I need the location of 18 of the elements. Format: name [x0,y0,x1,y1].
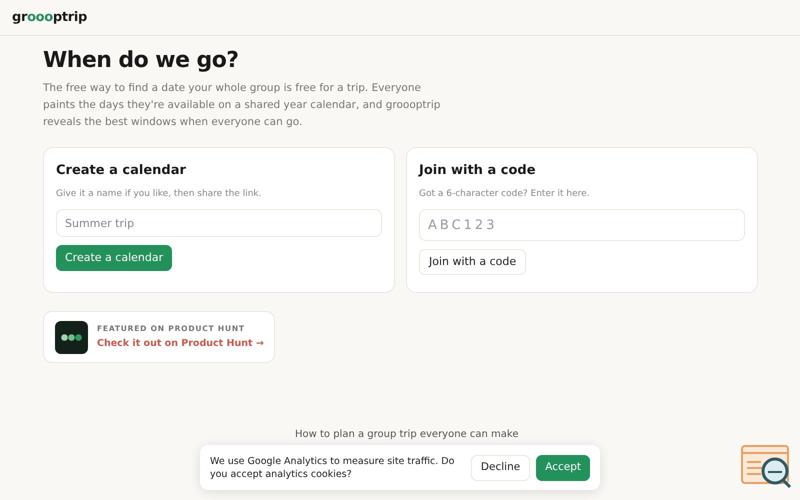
cookie-button[interactable]: Accept [536,454,590,480]
card-title: Join with a code [419,162,537,180]
card-hint: Give it a name if you like, then share the link. [56,188,262,200]
input-field[interactable]: Summer trip [56,209,382,237]
input-field[interactable]: ABC123 [419,209,745,241]
card-button[interactable]: Join with a code [419,249,526,275]
page-title: When do we go? [43,47,240,75]
card-button[interactable]: Create a calendar [56,245,172,271]
cookie-button[interactable]: Decline [470,454,530,480]
product-hunt-link[interactable]: Check it out on Product Hunt → [97,337,264,352]
cookie-message: We use Google Analytics to measure site traffic. Do you accept analytics cookies? [210,454,456,480]
logo[interactable]: groooptrip [12,8,87,28]
dots-logo-icon [55,320,88,354]
section-heading: How to plan a group trip everyone can make [295,428,520,442]
browser-magnifier-icon [741,445,793,489]
card-title: Create a calendar [56,162,187,180]
card-hint: Got a 6-character code? Enter it here. [419,188,591,200]
intro-paragraph: The free way to find a date your whole group is free for a trip. Everyone paints the days they're available on a shared year calendar, and groooptrip reveals the best windows when everyone can go. [43,81,442,130]
